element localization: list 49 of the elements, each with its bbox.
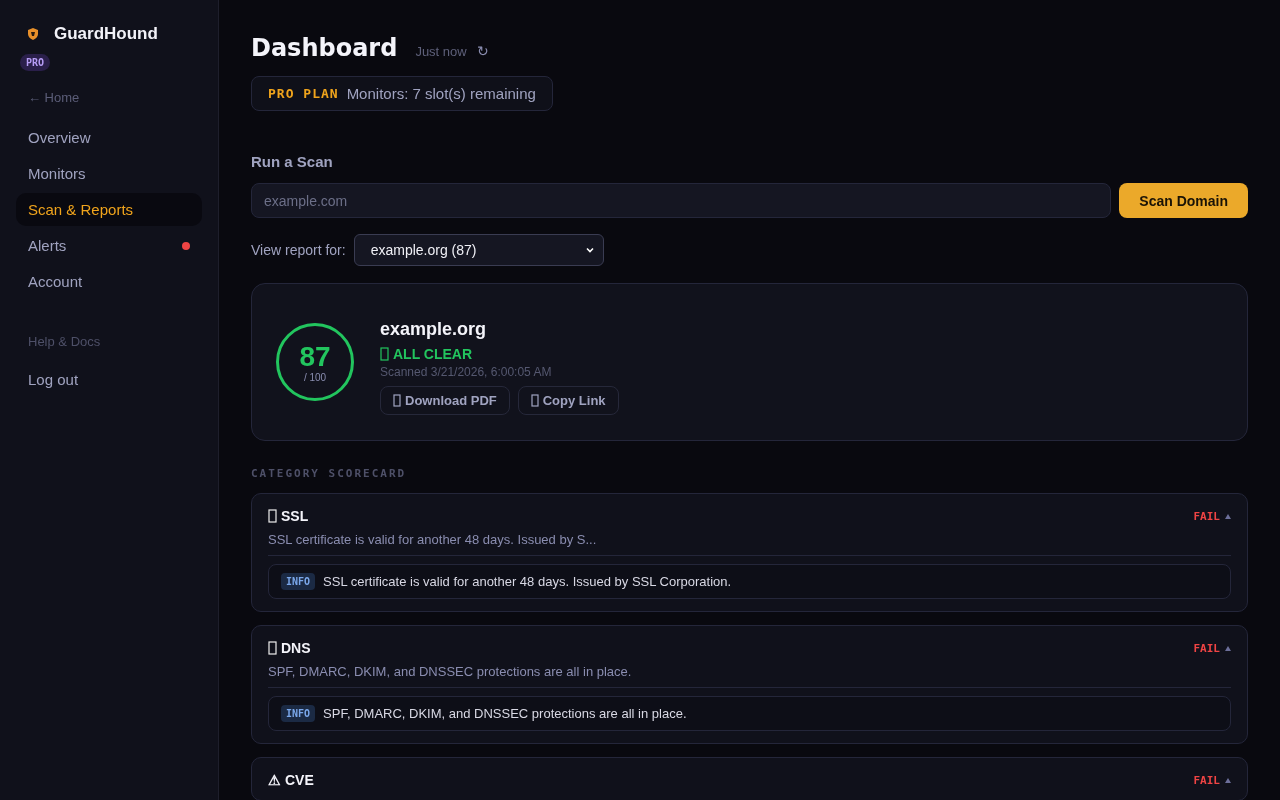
chevron-down-icon <box>584 245 595 255</box>
result-label: FAIL <box>1193 773 1220 787</box>
nav-item[interactable]: Account <box>16 265 202 298</box>
logout-link[interactable]: Log out <box>28 371 79 388</box>
plan-text: Monitors: 7 slot(s) remaining <box>346 85 536 102</box>
page-title: Dashboard <box>251 34 398 62</box>
category-title: DNS <box>281 640 311 656</box>
warning-icon: ⚠ <box>268 772 281 788</box>
refresh-button[interactable]: ↻ <box>476 43 489 59</box>
missing-glyph-icon <box>268 509 277 523</box>
plan-badge: PRO <box>20 54 51 71</box>
caret-icon[interactable] <box>1225 645 1231 651</box>
nav-item[interactable]: Scan & Reports <box>16 193 202 226</box>
severity-tag: INFO <box>281 573 316 590</box>
plan-name: PRO PLAN <box>268 86 339 101</box>
nav-item[interactable]: Alerts <box>16 229 202 262</box>
score-value: 87 <box>299 341 331 372</box>
caret-icon[interactable] <box>1225 777 1231 783</box>
domain-input[interactable]: example.com <box>251 183 1112 218</box>
action-button[interactable]: Copy Link <box>517 386 619 415</box>
shield-logo-icon <box>26 27 40 41</box>
report-select[interactable]: example.org (87) <box>353 234 604 266</box>
missing-glyph-icon <box>268 641 277 655</box>
nav-item[interactable]: Overview <box>16 121 202 154</box>
missing-glyph-icon <box>530 394 539 407</box>
nav-item[interactable]: Monitors <box>16 157 202 190</box>
section-title: Run a Scan <box>251 153 334 170</box>
action-button[interactable]: Download PDF <box>380 386 510 415</box>
finding-text: SPF, DMARC, DKIM, and DNSSEC protections are all in place. <box>323 706 687 721</box>
category-summary: SPF, DMARC, DKIM, and DNSSEC protections are all in place. <box>268 664 1231 688</box>
category-title: CVE <box>285 772 314 788</box>
finding-text: SSL certificate is valid for another 48 days. Issued by SSL Corporation. <box>323 574 732 589</box>
scan-button[interactable]: Scan Domain <box>1119 183 1248 218</box>
select-label: View report for: <box>251 242 346 258</box>
result-label: FAIL <box>1193 641 1220 655</box>
updated-time: Just now <box>415 44 467 59</box>
scan-time: Scanned 3/21/2026, 6:00:05 AM <box>380 365 553 379</box>
category-title: SSL <box>281 508 309 524</box>
severity-tag: INFO <box>281 705 316 722</box>
section-title: CATEGORY SCORECARD <box>251 467 408 480</box>
missing-glyph-icon <box>393 394 401 407</box>
missing-glyph-icon <box>380 347 389 361</box>
score-max: / 100 <box>303 371 327 383</box>
caret-icon[interactable] <box>1225 513 1231 519</box>
status-text: ALL CLEAR <box>393 346 473 362</box>
result-label: FAIL <box>1193 509 1220 523</box>
category-summary: SSL certificate is valid for another 48 days. Issued by S... <box>268 532 1231 556</box>
report-domain: example.org <box>380 319 488 340</box>
brand-name: GuardHound <box>54 24 158 44</box>
